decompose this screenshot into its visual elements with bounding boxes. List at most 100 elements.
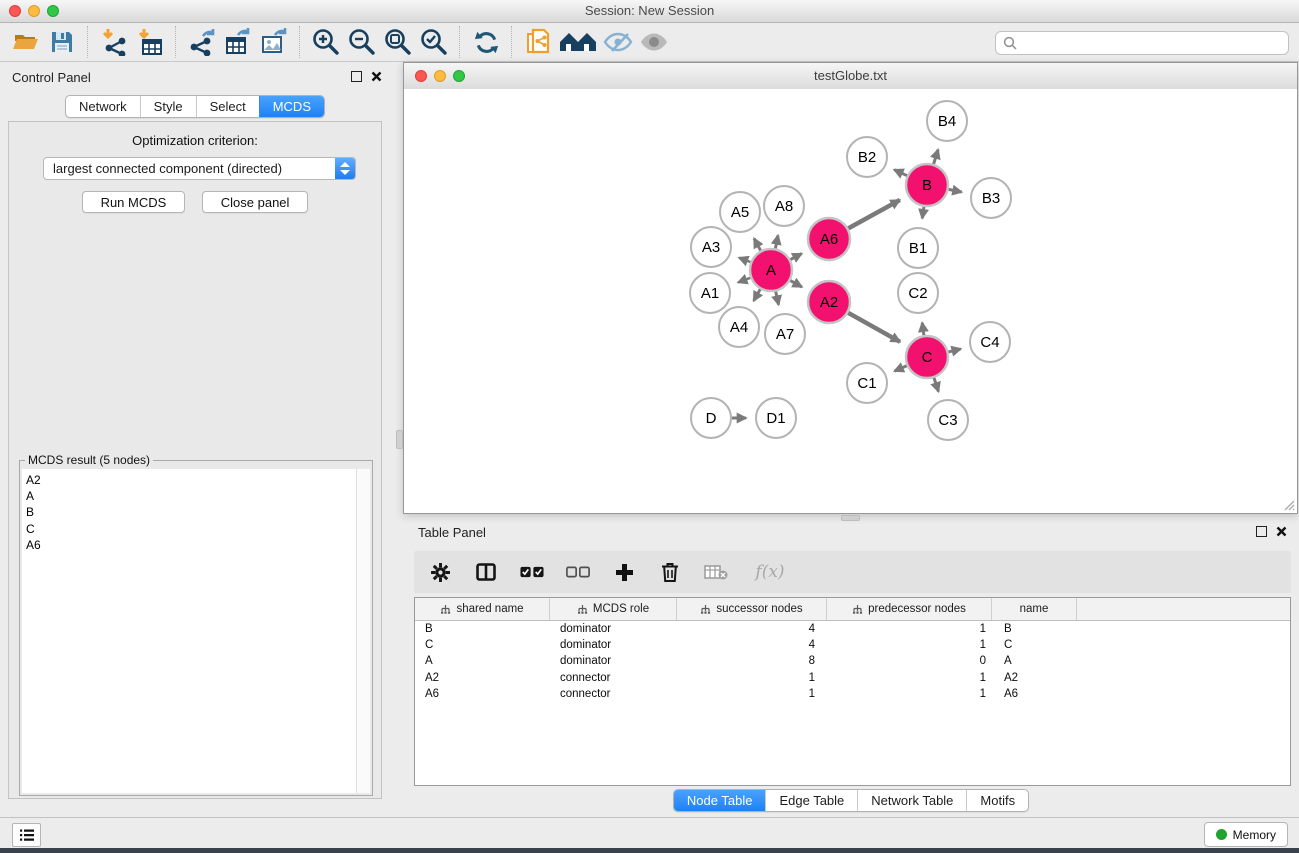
tab-motifs[interactable]: Motifs — [966, 790, 1028, 811]
graph-edge[interactable] — [848, 200, 900, 228]
graph-edge[interactable] — [948, 349, 960, 352]
show-columns-button[interactable] — [474, 560, 498, 584]
refresh-view-button[interactable] — [468, 25, 504, 59]
graph-node-A2[interactable]: A2 — [808, 281, 850, 323]
table-cell[interactable]: 4 — [677, 623, 827, 635]
table-cell[interactable]: dominator — [550, 639, 677, 651]
graph-node-A5[interactable]: A5 — [720, 192, 760, 232]
result-list-scrollbar[interactable] — [356, 469, 370, 793]
network-canvas[interactable]: B4 B2 B B3 B1 A5A8A6 A3 A A1 C2 A2 A4A7 C4 C C1 C3 D D1 — [404, 89, 1297, 513]
tab-mcds[interactable]: MCDS — [259, 96, 324, 117]
graph-node-B2[interactable]: B2 — [847, 137, 887, 177]
tab-node-table[interactable]: Node Table — [674, 790, 766, 811]
tab-network[interactable]: Network — [66, 96, 140, 117]
graph-node-B1[interactable]: B1 — [898, 228, 938, 268]
float-table-panel-icon[interactable] — [1256, 526, 1267, 537]
task-history-button[interactable] — [12, 823, 41, 847]
graph-node-A[interactable]: A — [750, 249, 792, 291]
table-row[interactable]: A2connector11A2 — [415, 670, 1290, 686]
table-cell[interactable]: C — [415, 639, 550, 651]
table-cell[interactable]: 8 — [677, 655, 827, 667]
graph-node-C2[interactable]: C2 — [898, 273, 938, 313]
table-cell[interactable]: C — [992, 639, 1077, 651]
network-window-titlebar[interactable]: testGlobe.txt — [404, 63, 1297, 90]
table-row[interactable]: A6connector11A6 — [415, 686, 1290, 702]
column-header-shared-name[interactable]: shared name — [415, 598, 550, 620]
graph-node-C4[interactable]: C4 — [970, 322, 1010, 362]
close-panel-icon[interactable] — [371, 71, 382, 82]
table-cell[interactable]: A2 — [992, 672, 1077, 684]
table-cell[interactable]: B — [415, 623, 550, 635]
graph-edge[interactable] — [754, 239, 761, 251]
graph-node-C[interactable]: C — [906, 336, 948, 378]
export-image-button[interactable] — [256, 25, 292, 59]
graph-edge[interactable] — [848, 313, 900, 342]
search-field[interactable] — [995, 31, 1289, 55]
vertical-splitter-handle[interactable] — [396, 430, 403, 449]
result-item[interactable]: B — [26, 504, 357, 520]
resize-grip-icon[interactable] — [1281, 497, 1295, 511]
table-cell[interactable]: A — [992, 655, 1077, 667]
graph-edge[interactable] — [790, 254, 801, 260]
import-table-button[interactable] — [132, 25, 168, 59]
graph-node-D1[interactable]: D1 — [756, 398, 796, 438]
graph-edge[interactable] — [894, 170, 907, 176]
graph-edge[interactable] — [934, 378, 939, 392]
table-cell[interactable]: 1 — [677, 688, 827, 700]
zoom-out-button[interactable] — [344, 25, 380, 59]
graph-edge[interactable] — [754, 289, 761, 301]
graph-node-A1[interactable]: A1 — [690, 273, 730, 313]
table-cell[interactable]: dominator — [550, 655, 677, 667]
graph-edge[interactable] — [739, 258, 751, 262]
tab-select[interactable]: Select — [196, 96, 259, 117]
search-input[interactable] — [1021, 33, 1288, 53]
table-row[interactable]: Adominator80A — [415, 653, 1290, 669]
graph-node-D[interactable]: D — [691, 398, 731, 438]
select-all-button[interactable] — [520, 560, 544, 584]
result-item[interactable]: A6 — [26, 537, 357, 553]
graph-node-A8[interactable]: A8 — [764, 186, 804, 226]
graph-node-B4[interactable]: B4 — [927, 101, 967, 141]
graph-node-B3[interactable]: B3 — [971, 178, 1011, 218]
graph-node-C1[interactable]: C1 — [847, 363, 887, 403]
graph-node-A7[interactable]: A7 — [765, 314, 805, 354]
create-column-button[interactable] — [612, 560, 636, 584]
optimization-criterion-select[interactable]: largest connected component (directed) — [43, 157, 356, 180]
save-session-button[interactable] — [44, 25, 80, 59]
table-cell[interactable]: dominator — [550, 623, 677, 635]
table-cell[interactable]: A2 — [415, 672, 550, 684]
graph-node-A4[interactable]: A4 — [719, 307, 759, 347]
table-row[interactable]: Cdominator41C — [415, 637, 1290, 653]
graph-edge[interactable] — [790, 281, 802, 287]
close-table-panel-icon[interactable] — [1276, 526, 1287, 537]
result-item[interactable]: A — [26, 488, 357, 504]
graph-edge[interactable] — [934, 150, 939, 164]
table-cell[interactable]: 4 — [677, 639, 827, 651]
table-cell[interactable]: connector — [550, 672, 677, 684]
table-options-button[interactable] — [428, 560, 452, 584]
table-cell[interactable]: 1 — [827, 688, 992, 700]
result-item[interactable]: C — [26, 521, 357, 537]
table-cell[interactable]: B — [992, 623, 1077, 635]
delete-columns-button[interactable] — [658, 560, 682, 584]
column-header-successor-nodes[interactable]: successor nodes — [677, 598, 827, 620]
graph-node-C3[interactable]: C3 — [928, 400, 968, 440]
zoom-fit-button[interactable] — [380, 25, 416, 59]
graph-node-A3[interactable]: A3 — [691, 227, 731, 267]
memory-button[interactable]: Memory — [1204, 822, 1288, 847]
table-cell[interactable]: 1 — [827, 623, 992, 635]
float-panel-icon[interactable] — [351, 71, 362, 82]
graph-node-A6[interactable]: A6 — [808, 218, 850, 260]
run-mcds-button[interactable]: Run MCDS — [82, 191, 186, 213]
table-cell[interactable]: A — [415, 655, 550, 667]
delete-table-button[interactable] — [704, 560, 728, 584]
function-builder-button[interactable]: f(x) — [750, 560, 790, 584]
graph-node-B[interactable]: B — [906, 164, 948, 206]
table-cell[interactable]: A6 — [992, 688, 1077, 700]
export-table-button[interactable] — [220, 25, 256, 59]
network-graph[interactable]: B4 B2 B B3 B1 A5A8A6 A3 A A1 C2 A2 A4A7 C4 C C1 C3 D D1 — [404, 89, 1297, 513]
column-header-mcds-role[interactable]: MCDS role — [550, 598, 677, 620]
column-header-predecessor-nodes[interactable]: predecessor nodes — [827, 598, 992, 620]
table-cell[interactable]: A6 — [415, 688, 550, 700]
result-item[interactable]: A2 — [26, 472, 357, 488]
